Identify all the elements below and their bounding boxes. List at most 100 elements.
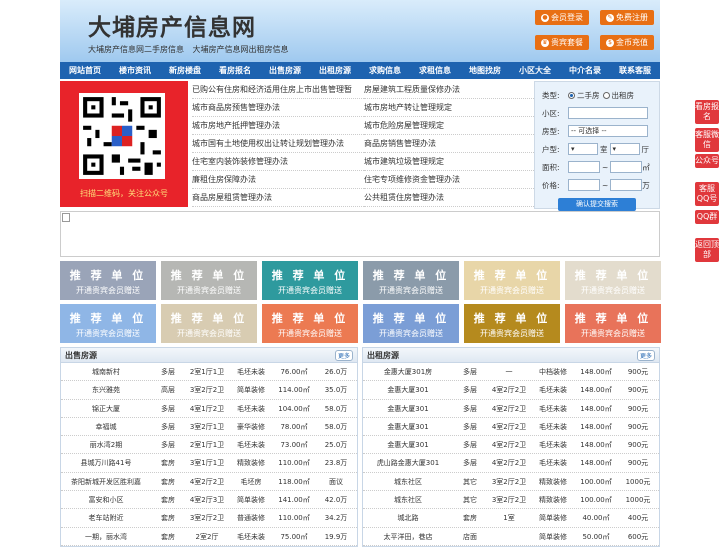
listing-name[interactable]: 金惠大厦301 <box>363 381 453 398</box>
table-row[interactable]: 锦正大厦 多层 4室1厅2卫 毛坯未装 104.00㎡ 58.0万 <box>61 400 357 418</box>
listing-name[interactable]: 城东社区 <box>363 491 453 508</box>
table-row[interactable]: 城东社区 其它 3室2厅2卫 精致装修 100.00㎡ 1000元 <box>363 473 659 492</box>
sidebar-viewing-signup[interactable]: 看房报名 <box>695 100 719 124</box>
nav-item[interactable]: 网站首页 <box>60 62 110 79</box>
policy-link[interactable]: 商品房销售管理办法 <box>364 135 536 153</box>
policy-link[interactable]: 城市房地产抵押管理办法 <box>192 117 364 135</box>
table-row[interactable]: 富安和小区 套房 4室2厅3卫 简单装修 141.00㎡ 42.0万 <box>61 491 357 510</box>
nav-item[interactable]: 看房报名 <box>210 62 260 79</box>
listing-name[interactable]: 丽水湾2期 <box>61 436 151 453</box>
table-row[interactable]: 金惠大厦301 多层 4室2厅2卫 毛坯未装 148.00㎡ 900元 <box>363 436 659 455</box>
vip-package-button[interactable]: ♛ 贵宾套餐 <box>535 35 589 50</box>
search-submit-button[interactable]: 确认提交搜索 <box>558 198 636 211</box>
policy-link[interactable]: 城市房地产转让管理规定 <box>364 99 536 117</box>
policy-link[interactable]: 住宅专项维修资金管理办法 <box>364 171 536 189</box>
subtitle-secondhand-link[interactable]: 大埔房产信息网二手房信息 <box>88 45 184 54</box>
listing-name[interactable]: 幸福城 <box>61 418 151 435</box>
recommended-unit-ad[interactable]: 推 荐 单 位开通贵宾会员赠送 <box>60 261 156 300</box>
table-row[interactable]: 城东社区 其它 3室2厅2卫 精致装修 100.00㎡ 1000元 <box>363 491 659 510</box>
radio-rental[interactable]: 出租房 <box>602 90 634 101</box>
policy-link[interactable]: 城市建筑垃圾管理规定 <box>364 153 536 171</box>
table-row[interactable]: 茶阳新城开发区胜利嘉 套房 4室2厅2卫 毛坯房 118.00㎡ 面议 <box>61 473 357 492</box>
house-type-select[interactable]: -- 可选择 -- <box>568 125 648 137</box>
listing-name[interactable]: 城南新村 <box>61 363 151 380</box>
policy-link[interactable]: 城市国有土地使用权出让转让规划管理办法 <box>192 135 364 153</box>
nav-item[interactable]: 求购信息 <box>360 62 410 79</box>
table-row[interactable]: 城南新村 多层 2室1厅1卫 毛坯未装 76.00㎡ 26.0万 <box>61 363 357 382</box>
table-row[interactable]: 幸福城 多层 3室2厅1卫 豪华装修 78.00㎡ 58.0万 <box>61 418 357 437</box>
policy-link[interactable]: 已购公有住房和经济适用住房上市出售管理暂 <box>192 81 364 99</box>
price-max-input[interactable] <box>610 179 643 191</box>
price-min-input[interactable] <box>568 179 600 191</box>
hall-select[interactable]: ▾ <box>609 143 640 155</box>
community-input[interactable] <box>568 107 648 119</box>
recommended-unit-ad[interactable]: 推 荐 单 位开通贵宾会员赠送 <box>60 304 156 343</box>
table-row[interactable]: 一期，丽水湾 套房 2室2厅 毛坯未装 75.00㎡ 19.9万 <box>61 528 357 546</box>
policy-link[interactable]: 城市商品房预售管理办法 <box>192 99 364 117</box>
listing-name[interactable]: 县城万川路41号 <box>61 454 151 471</box>
policy-link[interactable]: 住宅室内装饰装修管理办法 <box>192 153 364 171</box>
sidebar-qq-group[interactable]: QQ群 <box>695 210 719 224</box>
nav-item[interactable]: 小区大全 <box>510 62 560 79</box>
table-row[interactable]: 老车站附近 套房 3室2厅2卫 普通装修 110.00㎡ 34.2万 <box>61 509 357 528</box>
table-row[interactable]: 金惠大厦301 多层 4室2厅2卫 毛坯未装 148.00㎡ 900元 <box>363 400 659 418</box>
nav-item[interactable]: 中介名录 <box>560 62 610 79</box>
listing-name[interactable]: 城东社区 <box>363 473 453 490</box>
table-row[interactable]: 金惠大厦301房 多层 一 中档装修 148.00㎡ 900元 <box>363 363 659 382</box>
listing-name[interactable]: 金惠大厦301 <box>363 400 453 417</box>
policy-link[interactable]: 商品房屋租赁管理办法 <box>192 189 364 207</box>
table-row[interactable]: 丽水湾2期 多层 2室1厅1卫 毛坯未装 73.00㎡ 25.0万 <box>61 436 357 455</box>
recommended-unit-ad[interactable]: 推 荐 单 位开通贵宾会员赠送 <box>161 304 257 343</box>
policy-link[interactable]: 房屋建筑工程质量保修办法 <box>364 81 536 99</box>
table-row[interactable]: 金惠大厦301 多层 4室2厅2卫 毛坯未装 148.00㎡ 900元 <box>363 418 659 437</box>
sidebar-qq[interactable]: 客服QQ号 <box>695 182 719 206</box>
banner-image[interactable] <box>60 211 660 257</box>
subtitle-rental-link[interactable]: 大埔房产信息网出租房信息 <box>193 45 289 54</box>
table-row[interactable]: 县城万川路41号 套房 3室1厅1卫 精致装修 110.00㎡ 23.8万 <box>61 454 357 473</box>
listing-name[interactable]: 太平洋田，巷店 <box>363 528 453 545</box>
recommended-unit-ad[interactable]: 推 荐 单 位开通贵宾会员赠送 <box>262 304 358 343</box>
recommended-unit-ad[interactable]: 推 荐 单 位开通贵宾会员赠送 <box>565 261 661 300</box>
radio-secondhand[interactable]: 二手房 <box>568 90 600 101</box>
rent-more-button[interactable]: 更多 <box>636 349 655 361</box>
room-select[interactable]: ▾ <box>568 143 598 155</box>
listing-name[interactable]: 东兴雅苑 <box>61 381 151 398</box>
listing-name[interactable]: 茶阳新城开发区胜利嘉 <box>61 473 151 490</box>
area-max-input[interactable] <box>610 161 643 173</box>
nav-item[interactable]: 出售房源 <box>260 62 310 79</box>
listing-name[interactable]: 金惠大厦301 <box>363 436 453 453</box>
recommended-unit-ad[interactable]: 推 荐 单 位开通贵宾会员赠送 <box>464 261 560 300</box>
table-row[interactable]: 东兴雅苑 高层 3室2厅2卫 简单装修 114.00㎡ 35.0万 <box>61 381 357 400</box>
listing-name[interactable]: 一期，丽水湾 <box>61 528 151 545</box>
listing-name[interactable]: 老车站附近 <box>61 509 151 526</box>
site-title[interactable]: 大埔房产信息网 <box>88 8 256 42</box>
recommended-unit-ad[interactable]: 推 荐 单 位开通贵宾会员赠送 <box>161 261 257 300</box>
nav-item[interactable]: 出租房源 <box>310 62 360 79</box>
nav-item[interactable]: 联系客服 <box>610 62 660 79</box>
sidebar-back-to-top[interactable]: 返回顶部 <box>695 238 719 262</box>
recommended-unit-ad[interactable]: 推 荐 单 位开通贵宾会员赠送 <box>363 304 459 343</box>
recommended-unit-ad[interactable]: 推 荐 单 位开通贵宾会员赠送 <box>565 304 661 343</box>
recharge-button[interactable]: $ 金币充值 <box>600 35 654 50</box>
nav-item[interactable]: 新房楼盘 <box>160 62 210 79</box>
table-row[interactable]: 城北路 套房 1室 简单装修 40.00㎡ 400元 <box>363 509 659 528</box>
nav-item[interactable]: 地图找房 <box>460 62 510 79</box>
recommended-unit-ad[interactable]: 推 荐 单 位开通贵宾会员赠送 <box>363 261 459 300</box>
table-row[interactable]: 太平洋田，巷店 店面 简单装修 50.00㎡ 600元 <box>363 528 659 546</box>
nav-item[interactable]: 楼市资讯 <box>110 62 160 79</box>
listing-name[interactable]: 虎山路金惠大厦301 <box>363 454 453 471</box>
login-button[interactable]: ● 会员登录 <box>535 10 589 25</box>
sidebar-wechat[interactable]: 客服微信 <box>695 128 719 152</box>
register-button[interactable]: ✎ 免费注册 <box>600 10 654 25</box>
nav-item[interactable]: 求租信息 <box>410 62 460 79</box>
listing-name[interactable]: 富安和小区 <box>61 491 151 508</box>
table-row[interactable]: 虎山路金惠大厦301 多层 4室2厅2卫 毛坯未装 148.00㎡ 900元 <box>363 454 659 473</box>
area-min-input[interactable] <box>568 161 600 173</box>
listing-name[interactable]: 金惠大厦301房 <box>363 363 453 380</box>
policy-link[interactable]: 廉租住房保障办法 <box>192 171 364 189</box>
table-row[interactable]: 金惠大厦301 多层 4室2厅2卫 毛坯未装 148.00㎡ 900元 <box>363 381 659 400</box>
policy-link[interactable]: 公共租赁住房管理办法 <box>364 189 536 207</box>
sidebar-official-account[interactable]: 公众号 <box>695 154 719 168</box>
recommended-unit-ad[interactable]: 推 荐 单 位开通贵宾会员赠送 <box>262 261 358 300</box>
listing-name[interactable]: 金惠大厦301 <box>363 418 453 435</box>
